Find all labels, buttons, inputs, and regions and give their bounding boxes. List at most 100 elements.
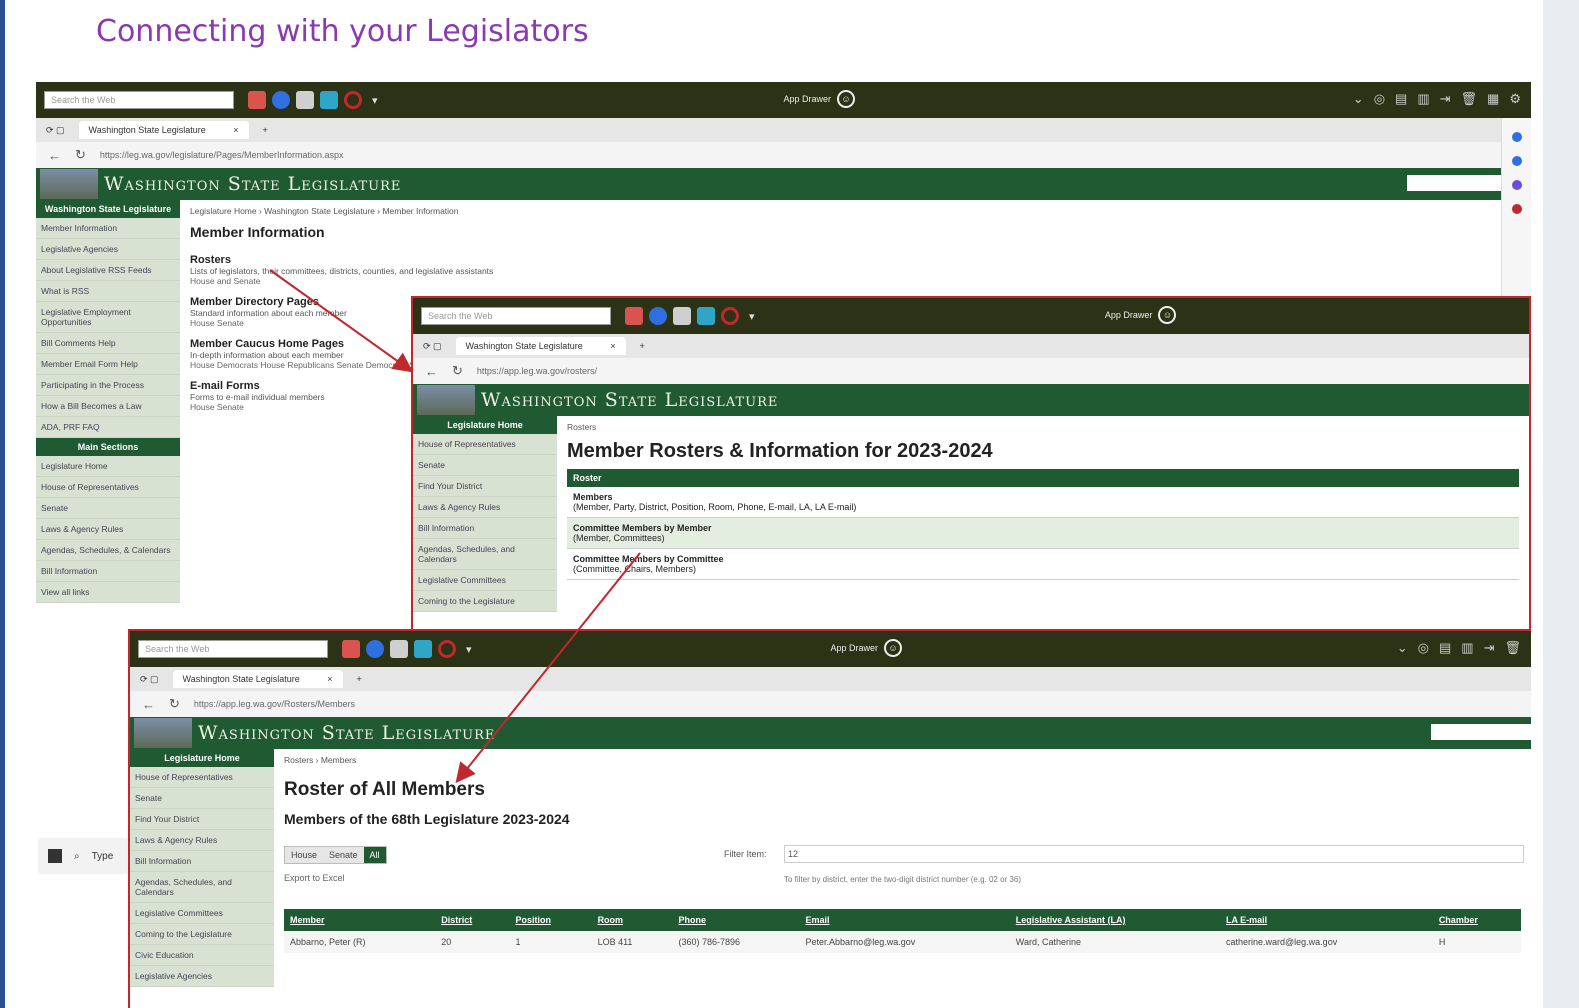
nav-item[interactable]: Civic Education xyxy=(130,945,274,966)
new-tab-icon[interactable]: + xyxy=(263,125,268,135)
col-member[interactable]: Member xyxy=(284,909,436,931)
nav-item[interactable]: Laws & Agency Rules xyxy=(130,830,274,851)
web-search-input[interactable]: Search the Web xyxy=(421,307,611,325)
toolbar-icon[interactable]: 🗑 xyxy=(1461,91,1478,107)
app-icon[interactable] xyxy=(649,307,667,325)
browser-tab[interactable]: Washington State Legislature × xyxy=(455,337,626,355)
web-search-input[interactable]: Search the Web xyxy=(44,91,234,109)
section-title[interactable]: Rosters xyxy=(190,254,1521,266)
cell-la-email[interactable]: catherine.ward@leg.wa.gov xyxy=(1220,931,1433,953)
nav-item[interactable]: Member Information xyxy=(36,218,180,239)
toolbar-icon[interactable]: ▥ xyxy=(1417,91,1429,107)
app-icon[interactable] xyxy=(414,640,432,658)
app-icon[interactable] xyxy=(673,307,691,325)
nav-item[interactable]: Senate xyxy=(130,788,274,809)
refresh-icon[interactable]: ↻ xyxy=(75,147,86,163)
toolbar-icon[interactable]: ▤ xyxy=(1439,640,1451,656)
toolbar-icon[interactable]: ⇥ xyxy=(1440,91,1451,107)
refresh-icon[interactable]: ↻ xyxy=(452,363,463,379)
app-icon[interactable] xyxy=(366,640,384,658)
export-excel-link[interactable]: Export to Excel xyxy=(284,873,345,883)
app-icon[interactable] xyxy=(697,307,715,325)
nav-item[interactable]: Legislative Employment Opportunities xyxy=(36,302,180,333)
refresh-icon[interactable]: ↻ xyxy=(169,696,180,712)
back-icon[interactable]: ← xyxy=(142,697,155,712)
chevron-down-icon[interactable]: ▾ xyxy=(466,643,472,656)
sidebar-icon[interactable] xyxy=(1511,204,1522,214)
nav-item[interactable]: ADA, PRF FAQ xyxy=(36,417,180,438)
toggle-senate[interactable]: Senate xyxy=(323,847,364,863)
app-icon[interactable] xyxy=(342,640,360,658)
nav-item[interactable]: Laws & Agency Rules xyxy=(413,497,557,518)
nav-item[interactable]: Legislative Agencies xyxy=(130,966,274,987)
back-icon[interactable]: ← xyxy=(425,364,438,379)
nav-item[interactable]: House of Representatives xyxy=(36,477,180,498)
cell-email[interactable]: Peter.Abbarno@leg.wa.gov xyxy=(799,931,1010,953)
breadcrumb[interactable]: Rosters xyxy=(567,422,1519,432)
sidebar-icon[interactable] xyxy=(1511,180,1522,190)
app-icon[interactable] xyxy=(272,91,290,109)
col-la[interactable]: Legislative Assistant (LA) xyxy=(1009,909,1220,931)
nav-section-head[interactable]: Legislature Home xyxy=(130,749,274,767)
nav-item[interactable]: Legislative Committees xyxy=(413,570,557,591)
col-phone[interactable]: Phone xyxy=(672,909,800,931)
search-icon[interactable]: ⌕ xyxy=(74,851,80,862)
breadcrumb[interactable]: Legislature Home › Washington State Legi… xyxy=(190,206,1521,216)
site-brand[interactable]: Washington State Legislature xyxy=(481,389,778,411)
cell-member[interactable]: Abbarno, Peter (R) xyxy=(284,931,436,953)
nav-item[interactable]: Agendas, Schedules, and Calendars xyxy=(413,539,557,570)
app-icon[interactable] xyxy=(248,91,266,109)
toolbar-icon[interactable]: 🗑 xyxy=(1504,640,1521,656)
nav-item[interactable]: What is RSS xyxy=(36,281,180,302)
nav-section-head[interactable]: Legislature Home xyxy=(413,416,557,434)
app-drawer-button[interactable]: App Drawer ☺ xyxy=(1105,306,1177,324)
back-icon[interactable]: ← xyxy=(48,148,61,163)
site-brand[interactable]: Washington State Legislature xyxy=(104,173,401,195)
roster-link[interactable]: Committee Members by Member xyxy=(573,523,1513,533)
section-links[interactable]: House and Senate xyxy=(190,276,1521,286)
new-tab-icon[interactable]: + xyxy=(640,341,645,351)
nav-item[interactable]: Member Email Form Help xyxy=(36,354,180,375)
url-field[interactable]: https://app.leg.wa.gov/Rosters/Members xyxy=(194,699,355,709)
col-chamber[interactable]: Chamber xyxy=(1432,909,1521,931)
nav-item[interactable]: Bill Comments Help xyxy=(36,333,180,354)
sidebar-icon[interactable] xyxy=(1511,156,1522,166)
close-icon[interactable]: × xyxy=(327,674,332,684)
nav-item[interactable]: About Legislative RSS Feeds xyxy=(36,260,180,281)
toolbar-icon[interactable]: ⇥ xyxy=(1484,640,1495,656)
nav-item[interactable]: Legislative Committees xyxy=(130,903,274,924)
nav-item[interactable]: Legislative Agencies xyxy=(36,239,180,260)
roster-link[interactable]: Members xyxy=(573,492,1513,502)
nav-item[interactable]: Find Your District xyxy=(413,476,557,497)
nav-item[interactable]: Coming to the Legislature xyxy=(413,591,557,612)
tab-actions-icon[interactable]: ⟳ ▢ xyxy=(46,125,65,136)
close-icon[interactable]: × xyxy=(233,125,238,135)
nav-item[interactable]: Coming to the Legislature xyxy=(130,924,274,945)
app-icon[interactable] xyxy=(390,640,408,658)
toolbar-icon[interactable]: ▤ xyxy=(1395,91,1407,107)
app-icon[interactable] xyxy=(438,640,456,658)
roster-link[interactable]: Committee Members by Committee xyxy=(573,554,1513,564)
nav-item[interactable]: Participating in the Process xyxy=(36,375,180,396)
chevron-down-icon[interactable]: ⌄ xyxy=(1397,640,1408,656)
nav-item[interactable]: Find Your District xyxy=(130,809,274,830)
new-tab-icon[interactable]: + xyxy=(357,674,362,684)
chevron-down-icon[interactable]: ▾ xyxy=(749,310,755,323)
nav-item[interactable]: Bill Information xyxy=(36,561,180,582)
chevron-down-icon[interactable]: ⌄ xyxy=(1353,91,1364,107)
col-position[interactable]: Position xyxy=(509,909,592,931)
toolbar-icon[interactable]: ▥ xyxy=(1461,640,1473,656)
app-icon[interactable] xyxy=(320,91,338,109)
toolbar-icon[interactable]: ⚙ xyxy=(1509,91,1521,107)
nav-item[interactable]: House of Representatives xyxy=(413,434,557,455)
col-district[interactable]: District xyxy=(435,909,510,931)
browser-tab[interactable]: Washington State Legislature × xyxy=(172,670,343,688)
app-icon[interactable] xyxy=(344,91,362,109)
nav-item[interactable]: Senate xyxy=(413,455,557,476)
nav-item[interactable]: Laws & Agency Rules xyxy=(36,519,180,540)
site-search-input[interactable] xyxy=(1407,175,1507,191)
nav-item[interactable]: Agendas, Schedules, & Calendars xyxy=(36,540,180,561)
app-icon[interactable] xyxy=(625,307,643,325)
filter-input[interactable]: 12 xyxy=(784,845,1524,863)
tab-actions-icon[interactable]: ⟳ ▢ xyxy=(423,341,442,352)
